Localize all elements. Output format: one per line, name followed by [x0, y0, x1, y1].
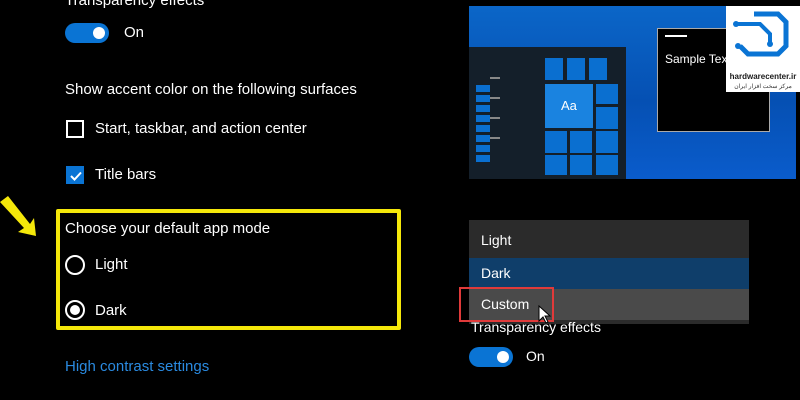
tile	[596, 107, 618, 129]
tile	[570, 131, 592, 153]
aa-tile-text: Aa	[561, 98, 577, 113]
hardwarecenter-logo: hardwarecenter.ir مرکز سخت افزار ایران	[726, 6, 800, 92]
start-taskbar-label[interactable]: Start, taskbar, and action center	[95, 120, 307, 137]
start-list-line	[490, 77, 500, 79]
transparency-label-right: Transparency effects	[471, 319, 601, 335]
dropdown-option-dark[interactable]: Dark	[469, 258, 749, 289]
start-list-item	[476, 145, 490, 152]
transparency-value-right: On	[526, 348, 545, 364]
app-mode-heading: Choose your default app mode	[65, 220, 271, 237]
start-list-item	[476, 115, 490, 122]
dark-mode-label[interactable]: Dark	[95, 302, 127, 319]
tile	[596, 84, 618, 104]
radio-dot	[70, 305, 80, 315]
light-mode-radio[interactable]	[65, 255, 85, 275]
window-title-line	[665, 35, 687, 37]
start-list-line	[490, 137, 500, 139]
toggle-knob	[93, 27, 105, 39]
start-list-item	[476, 95, 490, 102]
dark-mode-radio[interactable]	[65, 300, 85, 320]
start-list-item	[476, 105, 490, 112]
tile	[545, 131, 567, 153]
title-bars-label[interactable]: Title bars	[95, 166, 156, 183]
tile	[545, 58, 563, 80]
transparency-toggle-top[interactable]	[65, 23, 109, 43]
logo-site-text: hardwarecenter.ir	[729, 72, 797, 81]
transparency-toggle-right[interactable]	[469, 347, 513, 367]
transparency-label-top: Transparency effects	[65, 0, 205, 9]
tile	[589, 58, 607, 80]
start-list-item	[476, 85, 490, 92]
high-contrast-settings-link[interactable]: High contrast settings	[65, 358, 209, 375]
aa-tile: Aa	[545, 84, 593, 128]
start-taskbar-checkbox[interactable]	[66, 120, 84, 138]
start-list-line	[490, 117, 500, 119]
tile	[570, 155, 592, 175]
sample-text: Sample Text	[665, 52, 731, 66]
start-list-item	[476, 125, 490, 132]
light-mode-label[interactable]: Light	[95, 256, 128, 273]
transparency-value-top: On	[124, 24, 145, 41]
logo-subtitle-text: مرکز سخت افزار ایران	[734, 84, 792, 90]
toggle-knob	[497, 351, 509, 363]
tile	[545, 155, 567, 175]
title-bars-checkbox[interactable]	[66, 166, 84, 184]
start-list-line	[490, 97, 500, 99]
checkmark-icon	[70, 171, 82, 181]
start-menu-preview: Aa	[469, 47, 626, 179]
dropdown-option-light[interactable]: Light	[469, 225, 749, 256]
circuit-logo-icon	[733, 11, 789, 57]
tile	[596, 155, 618, 175]
accent-surfaces-heading: Show accent color on the following surfa…	[65, 81, 357, 98]
start-list-item	[476, 155, 490, 162]
tile	[596, 131, 618, 153]
start-list-item	[476, 135, 490, 142]
tile	[567, 58, 585, 80]
yellow-arrow-icon	[0, 196, 36, 236]
